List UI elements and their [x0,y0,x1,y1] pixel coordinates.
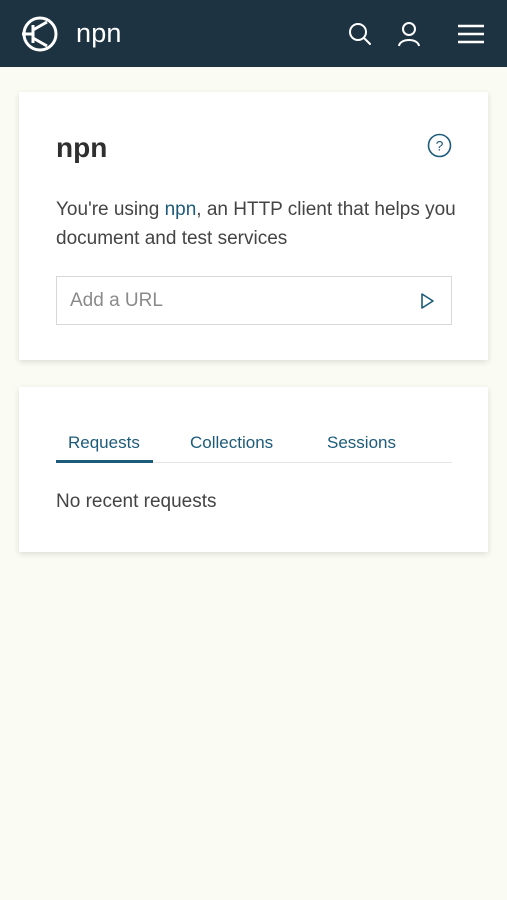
help-circle-icon[interactable]: ? [427,133,452,158]
history-tabs: Requests Collections Sessions [56,431,452,463]
npn-logo-icon[interactable] [20,14,60,54]
empty-state-message: No recent requests [56,491,217,512]
menu-button[interactable] [456,20,486,48]
top-app-bar: npn [0,0,507,67]
description-prefix: You're using [56,199,165,220]
url-field [56,276,452,325]
user-icon [398,22,420,47]
account-button[interactable] [395,20,423,48]
intro-card: npn ? You're using npn, an HTTP client t… [19,92,488,360]
active-tab-indicator [56,460,153,463]
url-input[interactable] [57,277,407,324]
search-button[interactable] [346,20,374,48]
hamburger-menu-icon [458,24,484,44]
history-card: Requests Collections Sessions No recent … [19,387,488,552]
npn-link[interactable]: npn [165,199,197,220]
svg-text:?: ? [436,138,444,154]
play-send-icon[interactable] [417,291,437,311]
tab-collections[interactable]: Collections [190,433,273,453]
tab-sessions[interactable]: Sessions [327,433,396,453]
tab-requests[interactable]: Requests [68,433,140,453]
search-icon [349,23,371,45]
intro-description: You're using npn, an HTTP client that he… [56,195,456,253]
card-title: npn [56,132,108,163]
brand-name[interactable]: npn [76,18,122,49]
